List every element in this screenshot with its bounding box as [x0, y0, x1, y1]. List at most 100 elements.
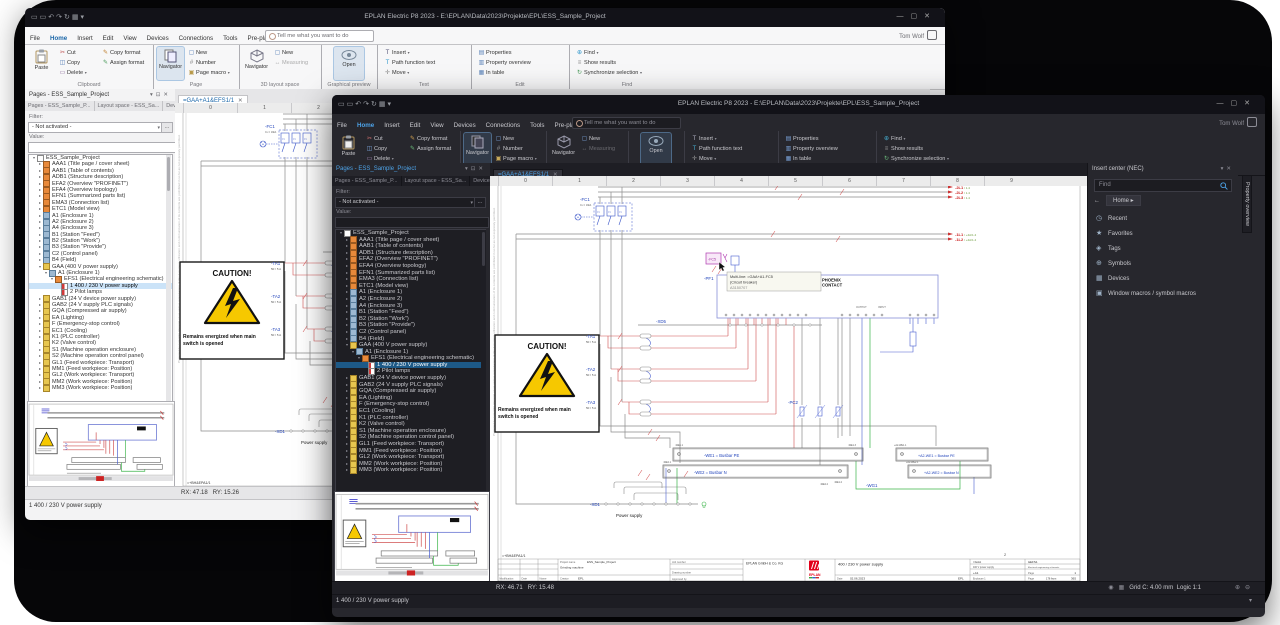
tree-item[interactable]: ▸B2 (Station "Work") [336, 316, 485, 323]
show-results-button[interactable]: ≡Show results [575, 58, 642, 68]
measuring-button[interactable]: ↔Measuring [580, 144, 615, 154]
assign-format-button[interactable]: ✎Assign format [408, 144, 451, 154]
user-account[interactable]: Tom Wolf [1219, 117, 1257, 127]
tree-item[interactable]: ▸K2 (Valve control) [336, 421, 485, 428]
path-function-text-button[interactable]: TPath function text [383, 58, 435, 68]
preview-open-button[interactable]: Open [641, 133, 671, 166]
measuring-button[interactable]: ↔Measuring [273, 58, 308, 68]
in-table-button[interactable]: ▦In table [477, 68, 531, 78]
page-new-button[interactable]: ▢New [187, 48, 230, 58]
3d-navigator-button[interactable]: Navigator [550, 133, 577, 166]
grid-toggle-icon[interactable]: ▦ [1119, 585, 1125, 591]
titlebar[interactable]: ▭▭↶↷↻▦▾ EPLAN Electric P8 2023 - E:\EPLA… [332, 95, 1265, 114]
properties-button[interactable]: ▤Properties [477, 48, 531, 58]
path-function-text-button[interactable]: TPath function text [690, 144, 742, 154]
value-input[interactable] [28, 142, 176, 153]
insert-center-item[interactable]: ★Favorites [1088, 226, 1238, 241]
copy-button[interactable]: ◫Copy [365, 144, 394, 154]
property-overview-button[interactable]: ▥Property overview [784, 144, 838, 154]
tree-item[interactable]: ▸ETC1 (Model view) [336, 283, 485, 290]
user-account[interactable]: Tom Wolf [899, 30, 937, 40]
property-overview-button[interactable]: ▥Property overview [477, 58, 531, 68]
tree-item[interactable]: ▸AAA1 (Title page / cover sheet) [336, 237, 485, 244]
tree-item[interactable]: ▸ADB1 (Structure description) [336, 250, 485, 257]
tree-item[interactable]: ▸GQA (Compressed air supply) [336, 388, 485, 395]
close-button[interactable]: ✕ [924, 13, 937, 20]
tree-item[interactable]: ▸K1 (PLC controller) [336, 415, 485, 422]
panel-close-icon[interactable]: ✕ [1226, 166, 1234, 172]
insert-center-item[interactable]: ⊕Symbols [1088, 256, 1238, 271]
show-results-button[interactable]: ≡Show results [882, 144, 949, 154]
insert-center-search-input[interactable]: Find [1094, 179, 1232, 192]
property-overview-side-tab[interactable]: Property overview [1242, 175, 1252, 233]
zoom-out-icon[interactable]: ⊖ [1245, 585, 1250, 591]
dock-tab[interactable]: Devices - ESS_Sample_... [470, 176, 490, 186]
delete-button[interactable]: ▭Delete ▾ [58, 68, 87, 78]
page-number-button[interactable]: #Number [494, 144, 537, 154]
dock-tab[interactable]: Pages - ESS_Sample_P... [332, 176, 402, 186]
page-macro-button[interactable]: ▣Page macro ▾ [187, 68, 230, 78]
dock-tab[interactable]: Layout space - ESS_Sa... [95, 101, 164, 111]
paste-button[interactable]: Paste [28, 47, 55, 80]
tree-item[interactable]: ▸EC1 (Cooling) [336, 408, 485, 415]
graphical-preview[interactable] [27, 401, 175, 487]
copy-format-button[interactable]: ✎Copy format [101, 48, 144, 58]
tree-item[interactable]: ▸F (Emergency-stop control) [336, 401, 485, 408]
tree-item[interactable]: ▾EFS1 (Electrical engineering schematic) [336, 355, 485, 362]
properties-button[interactable]: ▤Properties [784, 134, 838, 144]
minimize-button[interactable]: — [1217, 100, 1231, 107]
filter-select[interactable]: - Not activated -▾ [335, 197, 476, 208]
panel-close-icon[interactable]: ✕ [163, 92, 171, 98]
tree-item[interactable]: ▸AAB1 (Table of contents) [336, 243, 485, 250]
zoom-in-icon[interactable]: ⊕ [1235, 585, 1240, 591]
synchronize-selection-button[interactable]: ↻Synchronize selection ▾ [575, 68, 642, 78]
dock-tab[interactable]: Devices - ESS_Sample_... [163, 101, 175, 111]
tell-me-search-input[interactable]: Tell me what you want to do [265, 30, 374, 42]
tree-item[interactable]: ▸GAB2 (24 V supply PLC signals) [336, 382, 485, 389]
tree-item[interactable]: ▸A2 (Enclosure 2) [336, 296, 485, 303]
maximize-button[interactable]: ▢ [1231, 100, 1245, 107]
copy-button[interactable]: ◫Copy [58, 58, 87, 68]
tree-item[interactable]: ▾ESS_Sample_Project [336, 230, 485, 237]
cut-button[interactable]: ✂Cut [365, 134, 394, 144]
insert-text-button[interactable]: TInsert ▾ [383, 48, 435, 58]
3d-new-button[interactable]: ▢New [580, 134, 615, 144]
dock-tab[interactable]: Pages - ESS_Sample_P... [25, 101, 95, 111]
filter-select[interactable]: - Not activated -▾ [28, 122, 163, 133]
tree-item[interactable]: ▸B3 (Station "Provide") [336, 322, 485, 329]
tree-item[interactable]: ▸S1 (Machine operation enclosure) [336, 428, 485, 435]
page-number-button[interactable]: #Number [187, 58, 230, 68]
preview-open-button[interactable]: Open [334, 47, 364, 80]
3d-new-button[interactable]: ▢New [273, 48, 308, 58]
insert-center-item[interactable]: ◷Recent [1088, 211, 1238, 226]
cut-button[interactable]: ✂Cut [58, 48, 87, 58]
tree-item[interactable]: ▸MM1 (Feed workpiece: Position) [336, 448, 485, 455]
dock-tab[interactable]: Layout space - ESS_Sa... [402, 176, 471, 186]
tree-item[interactable]: ▸GL2 (Work workpiece: Transport) [336, 454, 485, 461]
insert-center-item[interactable]: ◈Tags [1088, 241, 1238, 256]
value-input[interactable] [335, 217, 489, 228]
tree-item[interactable]: ▸A1 (Enclosure 1) [336, 289, 485, 296]
find-button[interactable]: ⊕Find ▾ [882, 134, 949, 144]
tree-item[interactable]: ▸A4 (Enclosure 3) [336, 303, 485, 310]
tree-item[interactable]: ▸S2 (Machine operation control panel) [336, 434, 485, 441]
filter-more-button[interactable]: ... [161, 122, 173, 133]
tell-me-search-input[interactable]: Tell me what you want to do [572, 117, 681, 129]
insert-center-item[interactable]: ▦Devices [1088, 271, 1238, 286]
panel-close-icon[interactable]: ✕ [478, 166, 486, 172]
assign-format-button[interactable]: ✎Assign format [101, 58, 144, 68]
tree-item[interactable]: ▸B1 (Station "Feed") [336, 309, 485, 316]
page-new-button[interactable]: ▢New [494, 134, 537, 144]
paste-button[interactable]: Paste [335, 133, 362, 166]
home-breadcrumb[interactable]: Home ▸ [1106, 195, 1141, 206]
tree-item[interactable]: ▸EMA3 (Connection list) [336, 276, 485, 283]
snap-icon[interactable]: ◉ [1108, 585, 1113, 591]
page-navigator-button[interactable]: Navigator [464, 133, 491, 166]
statusbar-menu-icon[interactable]: ▾ [1249, 598, 1252, 604]
copy-format-button[interactable]: ✎Copy format [408, 134, 451, 144]
insert-text-button[interactable]: TInsert ▾ [690, 134, 742, 144]
tree-item[interactable]: ▸GL1 (Feed workpiece: Transport) [336, 441, 485, 448]
tree-item[interactable]: ▸MM3 (Work workpiece: Position) [336, 467, 485, 474]
move-button[interactable]: ✛Move ▾ [383, 68, 435, 78]
filter-more-button[interactable]: ... [474, 197, 486, 208]
